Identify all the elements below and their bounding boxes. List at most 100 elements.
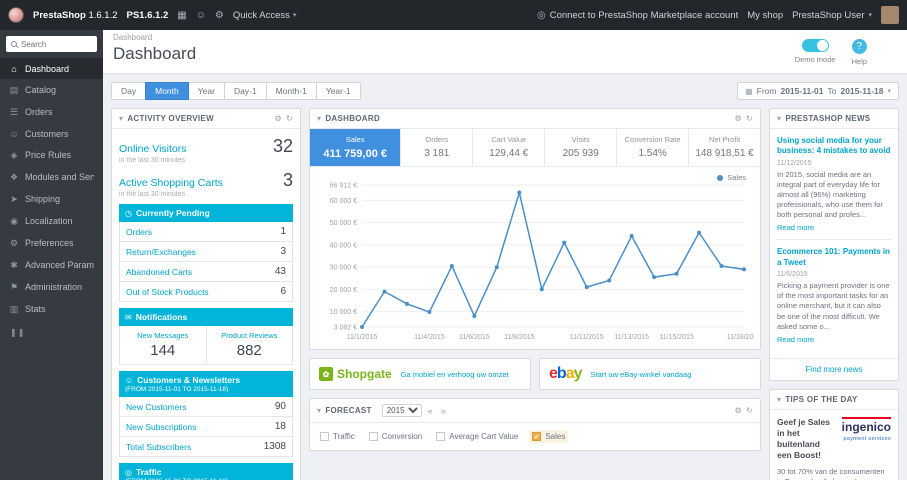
- sidebar-item-orders[interactable]: ☰ Orders: [0, 101, 103, 123]
- checkbox-icon[interactable]: [368, 432, 378, 441]
- search-input[interactable]: [21, 39, 92, 49]
- range-button-day[interactable]: Day: [111, 82, 147, 100]
- gear-icon[interactable]: ⚙: [275, 114, 282, 123]
- shopgate-name: Shopgate: [337, 367, 392, 381]
- kpi-orders[interactable]: Orders 3 181: [401, 129, 474, 166]
- checkbox-icon[interactable]: [436, 432, 446, 441]
- kpi-cart-value[interactable]: Cart Value 129,44 €: [473, 129, 546, 166]
- demo-mode-toggle[interactable]: [801, 39, 829, 52]
- refresh-icon[interactable]: ↻: [746, 114, 753, 123]
- svg-text:11/18/2015: 11/18/2015: [727, 334, 754, 341]
- news-article-excerpt: In 2015, social media are an integral pa…: [777, 169, 883, 220]
- breadcrumb[interactable]: Dashboard: [113, 33, 196, 42]
- refresh-icon[interactable]: ↻: [746, 406, 753, 415]
- sidebar-item-modules-and-services[interactable]: ❖ Modules and Services: [0, 166, 103, 188]
- panel-caret-icon: ▾: [317, 406, 322, 415]
- pending-row-value: 1: [280, 226, 286, 237]
- globe-icon: ◎: [536, 9, 546, 21]
- sidebar-menu: ⌂ Dashboard ▤ Catalog ☰ Orders ☺ Customers ◈ Pric…: [0, 58, 103, 320]
- shopgate-link[interactable]: Ga mobiel en verhoog uw omzet: [401, 370, 509, 379]
- customers-row-new-subscriptions[interactable]: New Subscriptions 18: [119, 417, 293, 437]
- avatar[interactable]: [881, 6, 899, 24]
- sidebar-item-catalog[interactable]: ▤ Catalog: [0, 79, 103, 101]
- checkbox-icon[interactable]: [320, 432, 329, 441]
- shopgate-module-card[interactable]: ✿ Shopgate Ga mobiel en verhoog uw omzet: [309, 358, 531, 390]
- kpi-label: Conversion Rate: [624, 135, 681, 144]
- prev-page-button[interactable]: «: [426, 406, 435, 416]
- checkbox-icon[interactable]: ✔: [532, 432, 542, 441]
- find-more-news-link[interactable]: Find more news: [770, 357, 898, 380]
- customers-row-label: Total Subscribers: [126, 441, 192, 452]
- ebay-module-card[interactable]: ebay Start uw eBay-winkel vandaag: [539, 358, 761, 390]
- customers-row-total-subscribers[interactable]: Total Subscribers 1308: [119, 437, 293, 457]
- pending-row-abandoned-carts[interactable]: Abandoned Carts 43: [119, 262, 293, 282]
- forecast-option-conversion[interactable]: Conversion: [366, 430, 425, 443]
- tips-headline: Geef je Sales in het buitenland een Boos…: [777, 416, 830, 460]
- customers-row-value: 1308: [263, 441, 286, 452]
- pending-row-out-of-stock-products[interactable]: Out of Stock Products 6: [119, 282, 293, 302]
- sidebar-search[interactable]: [6, 36, 97, 52]
- page-title: Dashboard: [113, 44, 197, 63]
- range-button-month[interactable]: Month: [145, 82, 189, 100]
- sidebar-item-advanced-parameters[interactable]: ✱ Advanced Parameters: [0, 254, 103, 276]
- refresh-icon[interactable]: ↻: [286, 114, 293, 123]
- active-carts-link[interactable]: Active Shopping Carts: [119, 177, 223, 189]
- pending-row-orders[interactable]: Orders 1: [119, 222, 293, 242]
- sidebar-item-price-rules[interactable]: ◈ Price Rules: [0, 144, 103, 166]
- gear-icon[interactable]: ⚙: [735, 114, 742, 123]
- next-page-button[interactable]: »: [439, 406, 448, 416]
- range-button-month-1[interactable]: Month-1: [265, 82, 317, 100]
- chart-legend[interactable]: Sales: [717, 173, 746, 182]
- news-article-title[interactable]: Ecommerce 101: Payments in a Tweet: [777, 247, 891, 268]
- ingenico-subtitle: payment services: [843, 435, 891, 442]
- range-button-year-1[interactable]: Year-1: [315, 82, 361, 100]
- forecast-option-traffic[interactable]: Traffic: [317, 430, 358, 443]
- forecast-panel: ▾ FORECAST 2015 « » ⚙ ↻ Traffic Conversio…: [309, 398, 761, 451]
- sidebar-item-stats[interactable]: ▥ Stats: [0, 298, 103, 320]
- my-shop-link[interactable]: My shop: [747, 10, 783, 21]
- kpi-sales[interactable]: Sales 411 759,00 €: [310, 129, 402, 166]
- quick-access-menu[interactable]: Quick Access ▾: [233, 10, 297, 21]
- band-title: Currently Pending: [135, 208, 210, 218]
- shop-name-link[interactable]: PS1.6.1.2: [127, 10, 169, 21]
- sidebar-item-label: Stats: [25, 304, 46, 314]
- notification-new-messages[interactable]: New Messages 144: [120, 326, 206, 364]
- user-menu[interactable]: PrestaShop User ▾: [792, 10, 872, 21]
- cart-icon[interactable]: ▦: [177, 10, 186, 21]
- sidebar-item-customers[interactable]: ☺ Customers: [0, 123, 103, 144]
- sidebar-item-preferences[interactable]: ⚙ Preferences: [0, 232, 103, 254]
- gear-icon[interactable]: ⚙: [735, 406, 742, 415]
- news-article-title[interactable]: Using social media for your business: 4 …: [777, 136, 891, 157]
- help-icon[interactable]: ?: [851, 39, 867, 54]
- forecast-option-label: Sales: [545, 432, 566, 441]
- online-visitors-link[interactable]: Online Visitors: [119, 143, 187, 155]
- sidebar-item-administration[interactable]: ⚑ Administration: [0, 276, 103, 298]
- range-button-day-1[interactable]: Day-1: [223, 82, 267, 100]
- notification-label: New Messages: [137, 331, 189, 340]
- read-more-link[interactable]: Read more: [777, 223, 891, 232]
- kpi-net-profit[interactable]: Net Profit 148 918,51 €: [689, 129, 760, 166]
- pending-row-return-exchanges[interactable]: Return/Exchanges 3: [119, 242, 293, 262]
- date-range-picker[interactable]: ▦ From 2015-11-01 To 2015-11-18 ▾: [737, 82, 899, 100]
- customer-icon[interactable]: ☺: [196, 10, 206, 21]
- sidebar-collapse-button[interactable]: ❚❚: [0, 320, 103, 345]
- forecast-option-sales[interactable]: ✔ Sales: [529, 430, 569, 443]
- forecast-option-average-cart-value[interactable]: Average Cart Value: [433, 430, 521, 443]
- sidebar-item-localization[interactable]: ◉ Localization: [0, 210, 103, 232]
- wrench-icon[interactable]: ⚙: [215, 10, 224, 21]
- catalog-icon: ▤: [9, 84, 19, 95]
- kpi-conversion-rate[interactable]: Conversion Rate 1.54%: [617, 129, 690, 166]
- sidebar-item-shipping[interactable]: ➤ Shipping: [0, 188, 103, 210]
- brand: PrestaShop 1.6.1.2: [33, 10, 118, 21]
- notification-product-reviews[interactable]: Product Reviews 882: [205, 326, 293, 364]
- kpi-visits[interactable]: Visits 205 939: [545, 129, 618, 166]
- sidebar-item-label: Advanced Parameters: [25, 260, 94, 270]
- customers-row-new-customers[interactable]: New Customers 90: [119, 397, 293, 417]
- year-select[interactable]: 2015: [381, 404, 422, 417]
- range-button-year[interactable]: Year: [187, 82, 225, 100]
- ebay-link[interactable]: Start uw eBay-winkel vandaag: [591, 370, 692, 379]
- marketplace-link[interactable]: ◎ Connect to PrestaShop Marketplace acco…: [537, 10, 738, 21]
- customers-row-value: 18: [274, 421, 286, 432]
- sidebar-item-dashboard[interactable]: ⌂ Dashboard: [0, 58, 103, 79]
- read-more-link[interactable]: Read more: [777, 335, 891, 344]
